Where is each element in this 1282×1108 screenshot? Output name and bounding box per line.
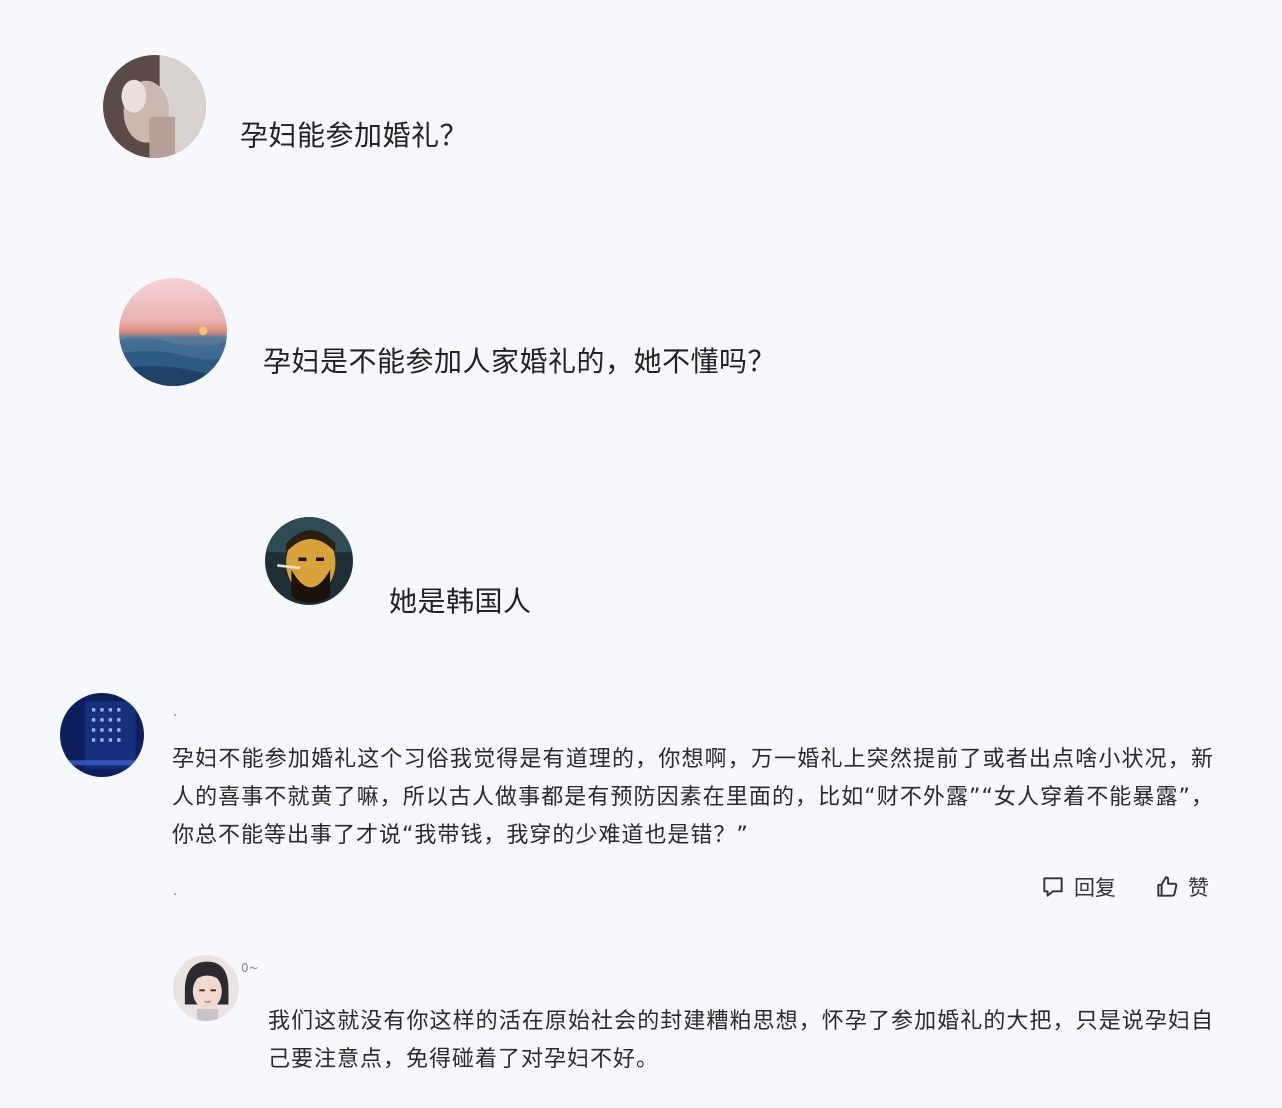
- woman-photo-icon: [103, 55, 206, 158]
- thumbs-up-icon: [1157, 876, 1178, 897]
- sunset-sea-icon: [119, 278, 227, 386]
- girl-portrait-icon: [173, 955, 239, 1021]
- user-avatar-2[interactable]: [119, 278, 227, 386]
- like-button[interactable]: 赞: [1154, 872, 1209, 902]
- reply-username[interactable]: 0~: [241, 961, 259, 975]
- reply-label: 回复: [1074, 876, 1116, 900]
- comment-bubble-icon: [1043, 877, 1063, 897]
- user-avatar-1[interactable]: [103, 55, 206, 158]
- comment-text-3: 她是韩国人: [389, 585, 532, 618]
- divider-dot: [174, 893, 176, 895]
- like-label: 赞: [1188, 876, 1209, 900]
- bearded-man-icon: [265, 517, 353, 605]
- comment-text-1: 孕妇能参加婚礼？: [240, 119, 469, 152]
- comment-thread: 孕妇能参加婚礼？ 孕妇是不能参加人家婚礼的，她不懂吗？ 她是韩国人 孕妇不能参加…: [0, 0, 1282, 1108]
- user-avatar-4[interactable]: [60, 693, 144, 777]
- comment-text-5: 我们这就没有你这样的活在原始社会的封建糟粕思想，怀孕了参加婚礼的大把，只是说孕妇…: [268, 1009, 1214, 1072]
- comment-text-2: 孕妇是不能参加人家婚礼的，她不懂吗？: [263, 345, 777, 378]
- user-avatar-3[interactable]: [265, 517, 353, 605]
- username-placeholder-dot: [174, 714, 176, 716]
- user-avatar-5[interactable]: [173, 955, 239, 1021]
- night-city-icon: [60, 693, 144, 777]
- comment-text-4: 孕妇不能参加婚礼这个习俗我觉得是有道理的，你想啊，万一婚礼上突然提前了或者出点啥…: [172, 747, 1214, 848]
- reply-button[interactable]: 回复: [1040, 872, 1116, 902]
